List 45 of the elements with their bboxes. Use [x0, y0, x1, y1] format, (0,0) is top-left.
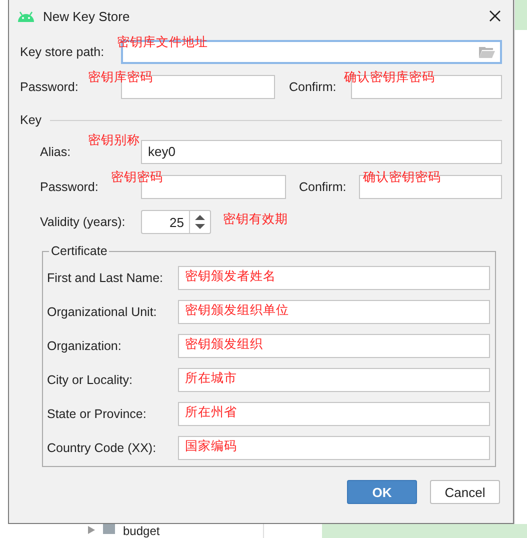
annotation: 密钥颁发组织 [185, 336, 263, 351]
tree-item[interactable]: budget [123, 524, 160, 538]
android-icon [17, 10, 35, 22]
annotation: 国家编码 [185, 438, 237, 453]
field-label: Confirm: [289, 80, 338, 94]
field-label: First and Last Name: [47, 271, 164, 285]
text-field[interactable]: 所在城市 [178, 368, 490, 392]
annotation: 密钥库密码 [88, 69, 153, 86]
field-label: Alias: [40, 145, 72, 159]
text-field[interactable]: 密钥颁发组织单位 [178, 300, 490, 324]
expand-arrow-icon[interactable] [88, 526, 95, 534]
annotation: 密钥有效期 [223, 210, 288, 228]
alias-field[interactable]: key0 [141, 140, 502, 164]
folder-icon[interactable] [479, 46, 495, 58]
annotation: 密钥别称 [88, 132, 140, 149]
annotation: 所在州省 [185, 404, 237, 419]
window-title: New Key Store [43, 8, 131, 24]
ok-button[interactable]: OK [347, 480, 417, 504]
text-field[interactable]: 密钥颁发组织 [178, 334, 490, 358]
field-label: Organizational Unit: [47, 305, 158, 319]
text-field[interactable]: 国家编码 [178, 436, 490, 460]
annotation: 确认密钥密码 [363, 169, 441, 186]
annotation: 密钥颁发组织单位 [185, 302, 289, 317]
cancel-button[interactable]: Cancel [430, 480, 500, 504]
folder-icon [103, 524, 115, 534]
validity-spinner[interactable]: 25 [141, 210, 211, 234]
field-label: Validity (years): [40, 215, 126, 229]
field-label: Country Code (XX): [47, 441, 158, 455]
close-icon[interactable] [489, 10, 501, 22]
field-label: Organization: [47, 339, 122, 353]
field-label: State or Province: [47, 407, 148, 421]
text-field[interactable]: 所在州省 [178, 402, 490, 426]
text-field[interactable]: 密钥颁发者姓名 [178, 266, 490, 290]
annotation: 密钥颁发者姓名 [185, 268, 276, 283]
field-label: Password: [40, 180, 100, 194]
annotation: 密钥库文件地址 [117, 34, 208, 51]
annotation: 密钥密码 [111, 169, 163, 186]
field-label: Key store path: [20, 45, 106, 59]
annotation: 所在城市 [185, 370, 237, 385]
annotation: 确认密钥库密码 [344, 69, 435, 86]
field-label: City or Locality: [47, 373, 134, 387]
field-label: Password: [20, 80, 80, 94]
group-title: Certificate [49, 244, 110, 258]
field-label: Confirm: [299, 180, 348, 194]
section-title: Key [20, 113, 42, 127]
